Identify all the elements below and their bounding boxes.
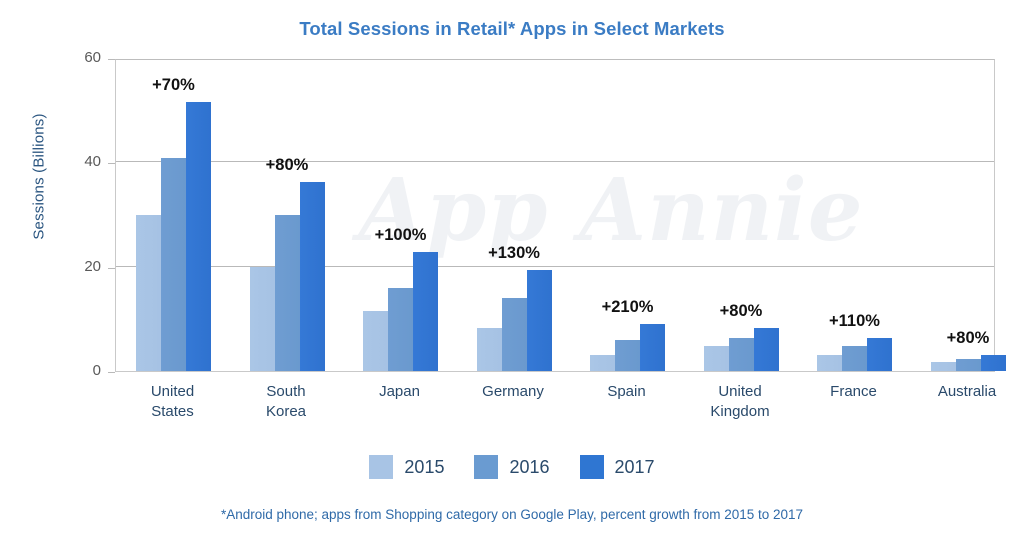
bar-2015 (476, 327, 502, 371)
bar-2015 (703, 346, 729, 371)
legend-item-2017[interactable]: 2017 (579, 455, 655, 479)
legend-swatch-2016 (474, 455, 499, 479)
growth-annotation: +70% (152, 76, 195, 95)
bar-2017 (526, 270, 552, 371)
legend-swatch-2015 (369, 455, 394, 479)
y-axis-title: Sessions (Billions) (30, 113, 48, 240)
y-tick-label: 20 (84, 257, 101, 275)
bar-group (249, 60, 325, 371)
bar-2017 (413, 252, 438, 371)
legend-swatch-2017 (579, 455, 604, 479)
y-tick-mark (108, 372, 115, 373)
bar-2017 (980, 354, 1006, 371)
bar-2015 (590, 355, 615, 371)
bar-2016 (842, 345, 867, 371)
chart-title: Total Sessions in Retail* Apps in Select… (299, 18, 725, 39)
bar-2015 (249, 266, 275, 371)
bar-2017 (299, 182, 325, 371)
y-tick-label: 60 (84, 49, 101, 66)
legend-label: 2017 (614, 456, 655, 477)
x-label-line: Kingdom (710, 403, 770, 420)
chart-container: Total Sessions in Retail* Apps in Select… (0, 0, 1024, 534)
plot-area: App Annie +70% +80% +100% +130% +210% +80% +11… (115, 59, 1006, 372)
bar-2017 (753, 328, 779, 371)
y-tick-mark (108, 163, 115, 165)
growth-annotation: +130% (488, 244, 540, 263)
bar-group (476, 60, 552, 371)
bar-group (363, 60, 438, 371)
bar-2015 (363, 311, 388, 371)
growth-annotation: +100% (374, 226, 427, 245)
bar-2015 (930, 362, 956, 371)
bar-2016 (274, 214, 300, 371)
chart-footnote: *Android phone; apps from Shopping categ… (220, 507, 804, 522)
bar-group (703, 60, 779, 371)
x-label-line: Australia (937, 383, 997, 400)
bar-group (136, 60, 211, 371)
growth-annotation: +80% (265, 156, 309, 175)
x-axis-label-australia: Australia (887, 382, 1024, 402)
bar-group (930, 60, 1006, 371)
x-label-line: Korea (265, 403, 307, 420)
bar-2015 (136, 214, 161, 371)
bar-group (590, 60, 665, 371)
bar-2016 (501, 297, 527, 371)
growth-annotation: +80% (946, 328, 990, 347)
legend-item-2015[interactable]: 2015 (369, 455, 444, 479)
bar-2016 (161, 158, 186, 371)
bar-2015 (817, 355, 842, 371)
bar-2017 (640, 324, 665, 371)
bar-2017 (186, 102, 211, 371)
bar-2016 (615, 339, 640, 371)
bar-2016 (388, 287, 413, 371)
y-tick-mark (108, 59, 115, 60)
chart-legend: 2015 2016 2017 (0, 455, 1024, 479)
bars-layer: +70% +80% +100% +130% +210% +80% +110% +80% (116, 60, 1006, 371)
y-tick-label: 0 (92, 362, 101, 379)
bar-2016 (955, 359, 981, 371)
bar-2016 (728, 338, 754, 371)
legend-label: 2016 (509, 456, 550, 477)
legend-label: 2015 (404, 456, 445, 477)
y-tick-label: 40 (84, 153, 101, 171)
y-tick-mark (108, 267, 115, 269)
legend-item-2016[interactable]: 2016 (474, 455, 550, 479)
